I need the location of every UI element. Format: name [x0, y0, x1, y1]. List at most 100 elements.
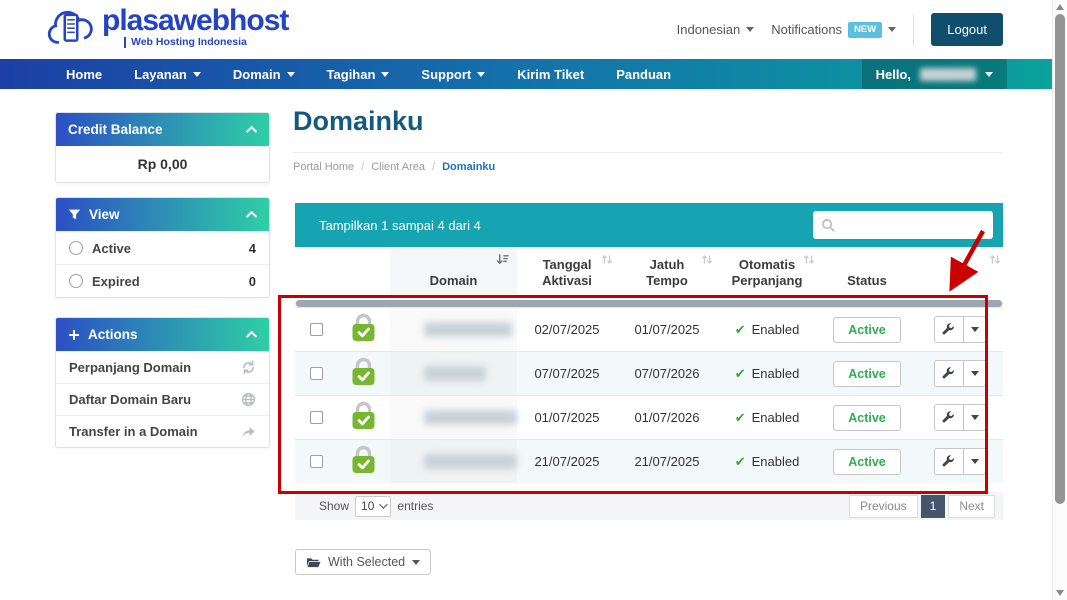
action-daftar-domain-baru[interactable]: Daftar Domain Baru — [56, 383, 269, 415]
sort-both-icon — [601, 253, 613, 270]
wrench-icon — [942, 323, 955, 336]
nav-item-home[interactable]: Home — [50, 59, 118, 89]
logo-name: plasawebhost — [102, 6, 288, 36]
filter-option-active[interactable]: Active 4 — [56, 231, 269, 264]
due-date: 21/07/2025 — [617, 440, 717, 483]
breadcrumb-portal-home[interactable]: Portal Home — [293, 161, 354, 173]
page-title: Domainku — [293, 106, 424, 137]
check-icon: ✔ — [735, 410, 746, 426]
scroll-down-icon[interactable] — [1056, 590, 1064, 596]
column-header-otomatis-perpanjang[interactable]: Otomatis Perpanjang — [717, 247, 817, 297]
domain-actions-dropdown[interactable] — [964, 316, 987, 343]
table-info-text: Tampilkan 1 sampai 4 dari 4 — [319, 218, 481, 233]
table-horizontal-scrollbar[interactable] — [295, 300, 1003, 307]
column-header-tanggal-aktivasi[interactable]: Tanggal Aktivasi — [517, 247, 617, 297]
action-transfer-in-domain[interactable]: Transfer in a Domain — [56, 415, 269, 447]
actions-header[interactable]: Actions — [56, 318, 269, 351]
manage-domain-button[interactable] — [934, 316, 964, 343]
manage-domain-button[interactable] — [934, 448, 964, 475]
search-icon — [821, 218, 836, 233]
search-input[interactable] — [836, 218, 985, 232]
main-navbar: Home Layanan Domain Tagihan Support Kiri… — [0, 59, 1052, 89]
view-filter-panel: View Active 4 Expired 0 — [55, 197, 270, 298]
table-search-box[interactable] — [813, 211, 993, 239]
domain-actions-dropdown[interactable] — [964, 360, 987, 387]
row-checkbox[interactable] — [310, 323, 323, 336]
table-row: 02/07/2025 01/07/2025 ✔Enabled Active — [295, 307, 1003, 351]
chevron-down-icon — [380, 500, 388, 508]
chevron-up-icon — [246, 125, 257, 136]
status-active-button[interactable]: Active — [833, 361, 901, 387]
plus-icon — [68, 329, 80, 341]
lock-check-icon — [350, 401, 377, 435]
wrench-icon — [942, 367, 955, 380]
logout-button[interactable]: Logout — [931, 13, 1003, 46]
scrollbar-thumb[interactable] — [1055, 14, 1065, 504]
page-size-select[interactable]: 10 — [355, 496, 391, 517]
notifications-label: Notifications — [771, 22, 842, 37]
table-row: 21/07/2025 21/07/2025 ✔Enabled Active — [295, 439, 1003, 483]
due-date: 01/07/2025 — [617, 308, 717, 351]
breadcrumb-client-area[interactable]: Client Area — [371, 161, 425, 173]
folder-icon — [306, 556, 321, 569]
table-row: 07/07/2025 07/07/2026 ✔Enabled Active — [295, 351, 1003, 395]
caret-down-icon — [193, 72, 201, 77]
action-perpanjang-domain[interactable]: Perpanjang Domain — [56, 351, 269, 383]
wrench-icon — [942, 411, 955, 424]
table-info-bar: Tampilkan 1 sampai 4 dari 4 — [295, 203, 1003, 247]
blurred-domain-name — [424, 410, 517, 425]
auto-renew-value: Enabled — [752, 366, 800, 381]
current-page[interactable]: 1 — [921, 495, 946, 518]
due-date: 07/07/2026 — [617, 352, 717, 395]
row-checkbox[interactable] — [310, 411, 323, 424]
domain-actions-dropdown[interactable] — [964, 448, 987, 475]
funnel-icon — [68, 208, 81, 221]
column-header-status[interactable]: Status — [817, 247, 917, 297]
column-header-domain[interactable]: Domain — [390, 247, 517, 297]
greeting-label: Hello, — [876, 67, 911, 82]
nav-item-tagihan[interactable]: Tagihan — [311, 59, 406, 89]
radio-button[interactable] — [69, 274, 83, 288]
status-active-button[interactable]: Active — [833, 405, 901, 431]
nav-item-layanan[interactable]: Layanan — [118, 59, 217, 89]
row-checkbox[interactable] — [310, 367, 323, 380]
manage-domain-button[interactable] — [934, 404, 964, 431]
nav-item-panduan[interactable]: Panduan — [600, 59, 687, 89]
page-scrollbar[interactable] — [1052, 0, 1067, 600]
manage-domain-button[interactable] — [934, 360, 964, 387]
brand-logo[interactable]: plasawebhost Web Hosting Indonesia — [46, 6, 288, 57]
user-menu[interactable]: Hello, — [862, 59, 1007, 89]
caret-down-icon — [971, 459, 979, 464]
nav-item-kirim-tiket[interactable]: Kirim Tiket — [501, 59, 600, 89]
scroll-up-icon[interactable] — [1056, 4, 1064, 10]
scrollbar-thumb[interactable] — [296, 300, 1002, 307]
auto-renew-value: Enabled — [752, 454, 800, 469]
breadcrumb-current: Domainku — [442, 161, 495, 173]
credit-balance-header[interactable]: Credit Balance — [56, 113, 269, 146]
notifications-menu[interactable]: Notifications NEW — [771, 22, 896, 38]
nav-item-support[interactable]: Support — [405, 59, 501, 89]
activation-date: 07/07/2025 — [517, 352, 617, 395]
nav-item-domain[interactable]: Domain — [217, 59, 311, 89]
row-checkbox[interactable] — [310, 455, 323, 468]
column-header-actions[interactable] — [917, 247, 1003, 297]
status-active-button[interactable]: Active — [833, 317, 901, 343]
domain-actions-dropdown[interactable] — [964, 404, 987, 431]
view-filter-header[interactable]: View — [56, 198, 269, 231]
cloud-server-logo-icon — [46, 6, 96, 57]
with-selected-button[interactable]: With Selected — [295, 549, 431, 575]
sort-both-icon — [701, 253, 713, 270]
next-page-button[interactable]: Next — [948, 495, 995, 518]
lock-check-icon — [350, 357, 377, 391]
previous-page-button[interactable]: Previous — [849, 495, 918, 518]
language-selector[interactable]: Indonesian — [677, 22, 755, 37]
activation-date: 21/07/2025 — [517, 440, 617, 483]
radio-button[interactable] — [69, 241, 83, 255]
filter-option-expired[interactable]: Expired 0 — [56, 264, 269, 297]
active-count: 4 — [249, 241, 256, 256]
auto-renew-value: Enabled — [752, 410, 800, 425]
column-header-jatuh-tempo[interactable]: Jatuh Tempo — [617, 247, 717, 297]
activation-date: 02/07/2025 — [517, 308, 617, 351]
credit-balance-panel: Credit Balance Rp 0,00 — [55, 112, 270, 183]
status-active-button[interactable]: Active — [833, 449, 901, 475]
